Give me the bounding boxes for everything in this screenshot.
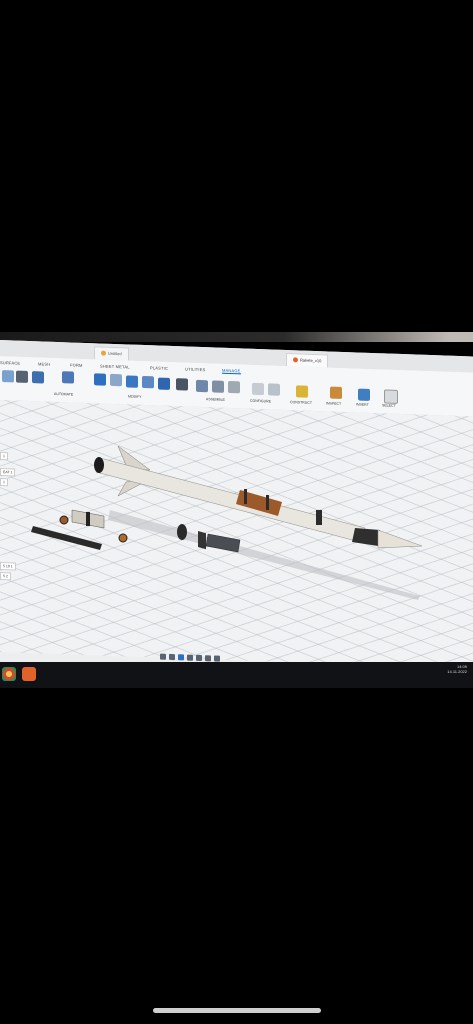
part-ring: [118, 533, 128, 543]
chrome-icon[interactable]: [2, 667, 16, 681]
nose-connector: [352, 528, 380, 546]
rocket-assembly[interactable]: [94, 445, 423, 550]
rocket-coupler-ring: [316, 510, 322, 525]
rocket-body-tube: [95, 457, 366, 543]
exploded-parts[interactable]: [31, 509, 241, 553]
windows-taskbar: 14:09 14.11.2022: [0, 662, 473, 688]
part-motor-mount: [205, 533, 241, 553]
part-band: [86, 512, 90, 526]
rocket-model-view: [31, 445, 423, 600]
model-shadow: [108, 510, 420, 600]
system-tray[interactable]: 14:09 14.11.2022: [447, 664, 467, 674]
fusion-taskbar-icon[interactable]: [22, 667, 36, 681]
rocket-motor-nozzle: [94, 457, 104, 473]
part-bulkhead: [177, 524, 187, 540]
tray-date: 14.11.2022: [447, 669, 467, 674]
part-rod: [31, 526, 102, 550]
home-indicator[interactable]: [153, 1008, 321, 1013]
nose-cone: [377, 529, 423, 549]
rocket-band: [244, 489, 247, 504]
rocket-band: [266, 495, 269, 510]
part-ring: [59, 515, 69, 525]
rocket-coupler-ring: [198, 531, 206, 550]
